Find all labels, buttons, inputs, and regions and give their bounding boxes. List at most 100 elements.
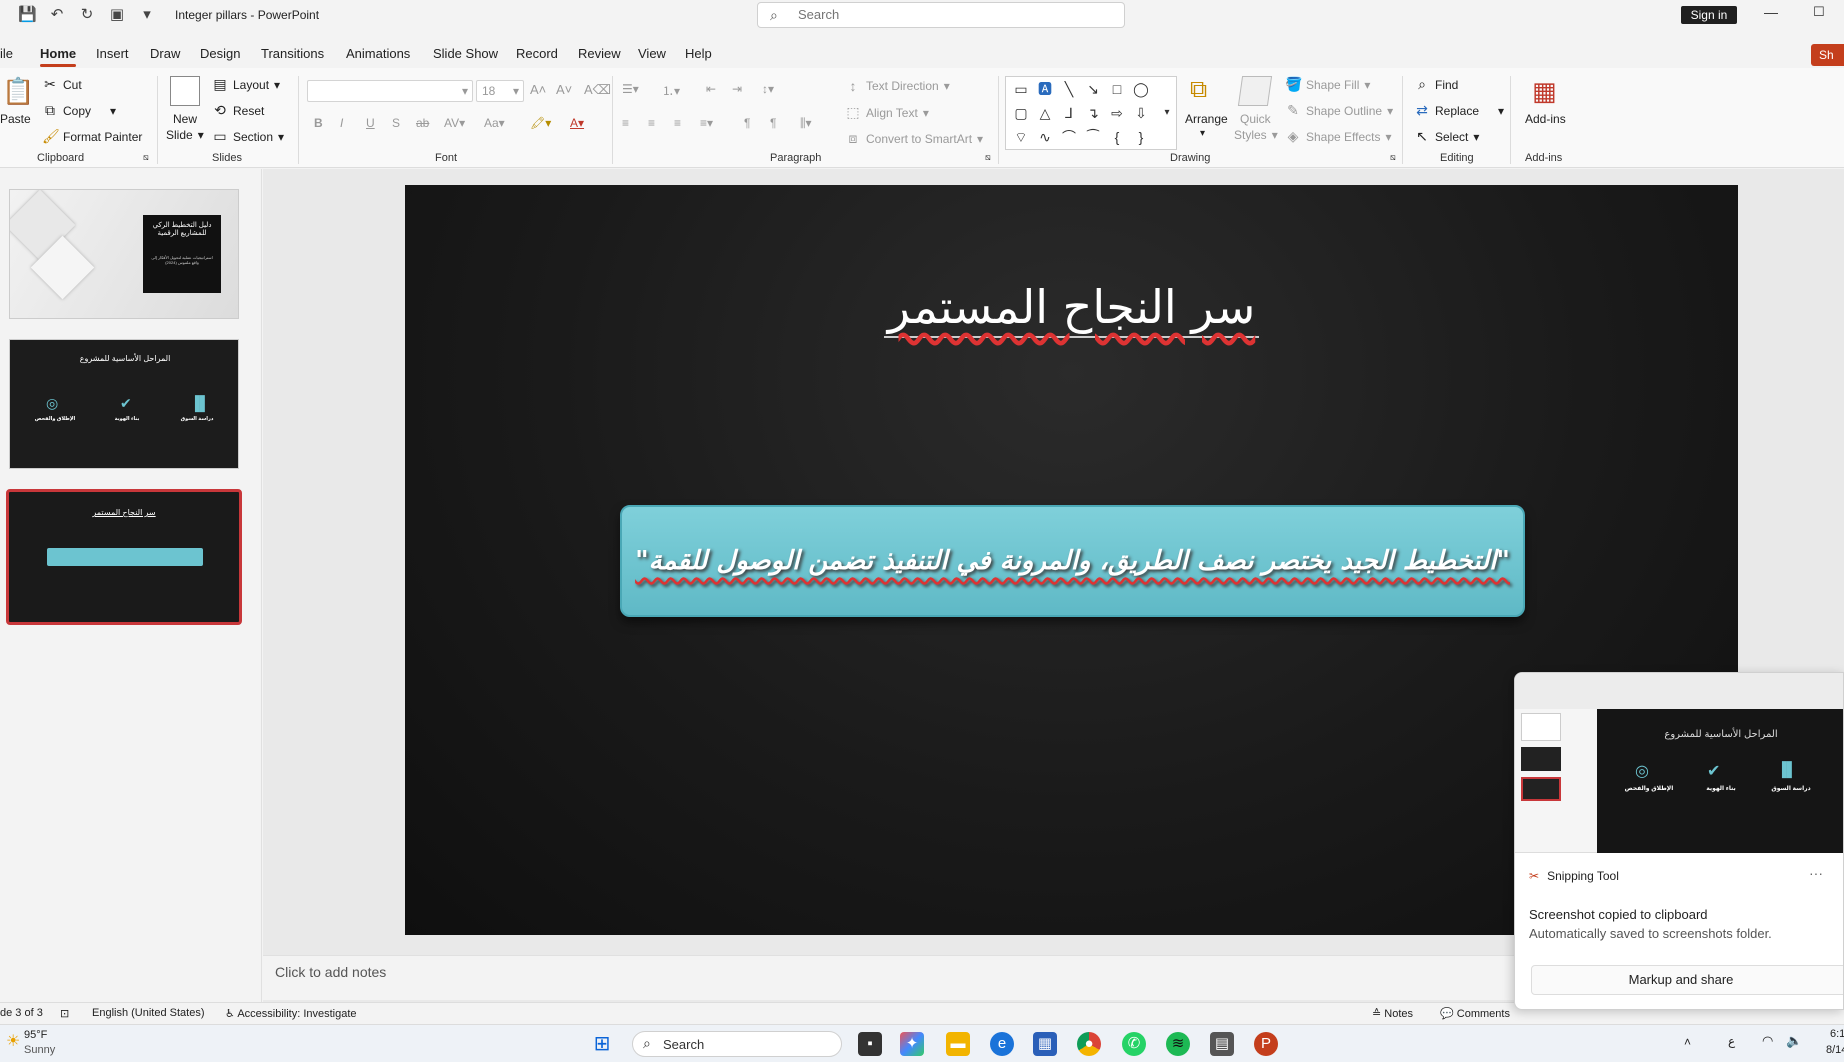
dialog-launcher-icon[interactable]: ⧅ — [143, 152, 149, 163]
strikethrough-icon[interactable]: ab — [416, 116, 429, 130]
line-shape-icon[interactable]: ╲ — [1060, 80, 1078, 98]
wifi-icon[interactable]: ◠ — [1762, 1033, 1773, 1049]
clock-time[interactable]: 6:1 — [1830, 1028, 1844, 1040]
notes-button[interactable]: ≙ Notes — [1372, 1007, 1413, 1020]
search-box[interactable]: ⌕ — [757, 2, 1125, 28]
redo-icon[interactable]: ↻ — [78, 5, 96, 23]
paste-icon[interactable]: 📋 — [2, 76, 34, 106]
down-arrow-shape-icon[interactable]: ⇩ — [1132, 104, 1150, 122]
slide-thumbnail-1[interactable]: دليل التخطيط الركي للمشاريع الرقمية استر… — [9, 189, 239, 319]
windows-start-icon[interactable]: ⊞ — [590, 1032, 614, 1056]
copy-button[interactable]: ⧉ Copy ▾ — [42, 102, 116, 119]
save-icon[interactable]: 💾 — [18, 5, 37, 23]
shape-effects-button[interactable]: ◈ Shape Effects ▾ — [1285, 128, 1392, 145]
tab-view[interactable]: View — [638, 46, 666, 61]
snip-preview[interactable]: المراحل الأساسية للمشروع ◎ ✔ ▐▌ الإطلاق … — [1515, 673, 1843, 853]
slide-thumbnail-2[interactable]: المراحل الأساسية للمشروع ◎ ✔ ▐▌ الإطلاق … — [9, 339, 239, 469]
arrange-button[interactable]: Arrange — [1185, 112, 1228, 126]
edge-icon[interactable]: e — [990, 1032, 1014, 1056]
spotify-icon[interactable]: ≋ — [1166, 1032, 1190, 1056]
quick-styles-button-line2[interactable]: Styles ▾ — [1234, 128, 1278, 142]
line-spacing-icon[interactable]: ↕▾ — [762, 82, 774, 96]
tab-insert[interactable]: Insert — [96, 46, 129, 61]
cut-button[interactable]: ✂ Cut — [42, 76, 82, 93]
reset-button[interactable]: ⟲ Reset — [212, 102, 264, 119]
convert-smartart-button[interactable]: ⧈ Convert to SmartArt ▾ — [845, 130, 984, 147]
taskbar-search[interactable]: ⌕ Search — [632, 1031, 842, 1057]
tab-design[interactable]: Design — [200, 46, 240, 61]
rtl-icon[interactable]: ¶ — [770, 116, 776, 130]
elbow-arrow-shape-icon[interactable]: ↴ — [1084, 104, 1102, 122]
accessibility-button[interactable]: ♿ Accessibility: Investigate — [225, 1007, 357, 1020]
arrow-line-shape-icon[interactable]: ↘ — [1084, 80, 1102, 98]
ltr-icon[interactable]: ¶ — [744, 116, 750, 130]
new-slide-icon[interactable] — [170, 76, 200, 106]
more-shapes-icon[interactable]: ▾ — [1158, 104, 1176, 122]
align-center-icon[interactable]: ≡ — [648, 116, 655, 130]
new-slide-button[interactable]: New — [173, 112, 197, 126]
columns-icon[interactable]: ⫼▾ — [800, 116, 812, 131]
customize-qat-icon[interactable]: ▾ — [138, 5, 156, 23]
tab-transitions[interactable]: Transitions — [261, 46, 324, 61]
shape-fill-button[interactable]: 🪣 Shape Fill ▾ — [1285, 76, 1370, 93]
shapes-gallery[interactable]: ▭ 🅰 ╲ ↘ □ ◯ ▢ △ ⅃ ↴ ⇨ ⇩ ⌔ ∿ ⌒ ⁀ { } ▾ — [1005, 76, 1177, 150]
new-slide-button-line2[interactable]: Slide ▾ — [166, 128, 204, 142]
tab-home[interactable]: Home — [40, 46, 77, 67]
slide-thumbnail-3[interactable]: سر النجاح المستمر — [6, 489, 242, 625]
underline-icon[interactable]: U — [366, 116, 375, 130]
decrease-indent-icon[interactable]: ⇤ — [706, 82, 716, 96]
character-spacing-icon[interactable]: AV▾ — [444, 116, 465, 130]
folder-icon[interactable]: ▬ — [946, 1032, 970, 1056]
text-direction-button[interactable]: ↕ Text Direction ▾ — [845, 78, 950, 94]
tab-record[interactable]: Record — [516, 46, 558, 61]
rectangle-shape-icon[interactable]: ▭ — [1012, 80, 1030, 98]
increase-font-icon[interactable]: A˄ — [530, 82, 546, 97]
right-brace-shape-icon[interactable]: } — [1132, 128, 1150, 146]
freeform-shape-icon[interactable]: ⌔ — [1012, 128, 1030, 146]
increase-indent-icon[interactable]: ⇥ — [732, 82, 742, 96]
search-input[interactable] — [798, 7, 1098, 22]
sign-in-button[interactable]: Sign in — [1681, 6, 1737, 24]
justify-icon[interactable]: ≡▾ — [700, 116, 713, 130]
slide-title[interactable]: سر النجاح المستمر — [405, 280, 1738, 338]
replace-button[interactable]: ⇄ Replace ▾ — [1414, 102, 1504, 119]
clear-formatting-icon[interactable]: A⌫ — [584, 82, 611, 98]
whatsapp-icon[interactable]: ✆ — [1122, 1032, 1146, 1056]
chevron-up-icon[interactable]: ˄ — [1684, 1035, 1691, 1049]
left-brace-shape-icon[interactable]: { — [1108, 128, 1126, 146]
chevron-down-icon[interactable]: ▾ — [1200, 128, 1205, 139]
language-indicator[interactable]: English (United States) — [92, 1007, 205, 1019]
right-arrow-shape-icon[interactable]: ⇨ — [1108, 104, 1126, 122]
calculator-icon[interactable]: ▤ — [1210, 1032, 1234, 1056]
italic-icon[interactable]: I — [340, 116, 343, 130]
volume-icon[interactable]: 🔈 — [1786, 1033, 1802, 1049]
weather-temp[interactable]: 95°F — [24, 1029, 47, 1041]
chrome-icon[interactable]: ● — [1077, 1032, 1101, 1056]
dialog-launcher-icon[interactable]: ⧅ — [985, 152, 991, 163]
align-left-icon[interactable]: ≡ — [622, 116, 629, 130]
rectangle-shape-icon[interactable]: □ — [1108, 80, 1126, 98]
notes-placeholder[interactable]: Click to add notes — [275, 964, 386, 980]
clock-date[interactable]: 8/14 — [1826, 1044, 1844, 1056]
shadow-icon[interactable]: S — [392, 116, 400, 130]
bold-icon[interactable]: B — [314, 116, 323, 130]
highlight-icon[interactable]: 🖍▾ — [530, 116, 551, 130]
comments-button[interactable]: 💬 Comments — [1440, 1007, 1510, 1020]
store-icon[interactable]: ▦ — [1033, 1032, 1057, 1056]
tab-review[interactable]: Review — [578, 46, 621, 61]
change-case-icon[interactable]: Aa▾ — [484, 116, 505, 130]
weather-desc[interactable]: Sunny — [24, 1044, 55, 1056]
font-color-icon[interactable]: A▾ — [570, 116, 584, 130]
more-options-icon[interactable]: ··· — [1809, 865, 1823, 881]
numbering-icon[interactable]: ⒈▾ — [662, 82, 680, 99]
arrange-icon[interactable]: ⧉ — [1190, 76, 1220, 106]
tab-draw[interactable]: Draw — [150, 46, 180, 61]
align-right-icon[interactable]: ≡ — [674, 116, 681, 130]
quick-styles-button[interactable]: Quick — [1240, 112, 1271, 126]
markup-and-share-button[interactable]: Markup and share — [1531, 965, 1843, 995]
scribble-shape-icon[interactable]: ∿ — [1036, 128, 1054, 146]
connector-shape-icon[interactable]: ⅃ — [1060, 104, 1078, 122]
file-explorer-dark-icon[interactable]: ▪ — [858, 1032, 882, 1056]
arc-shape-icon[interactable]: ⌒ — [1060, 128, 1078, 146]
tab-help[interactable]: Help — [685, 46, 712, 61]
